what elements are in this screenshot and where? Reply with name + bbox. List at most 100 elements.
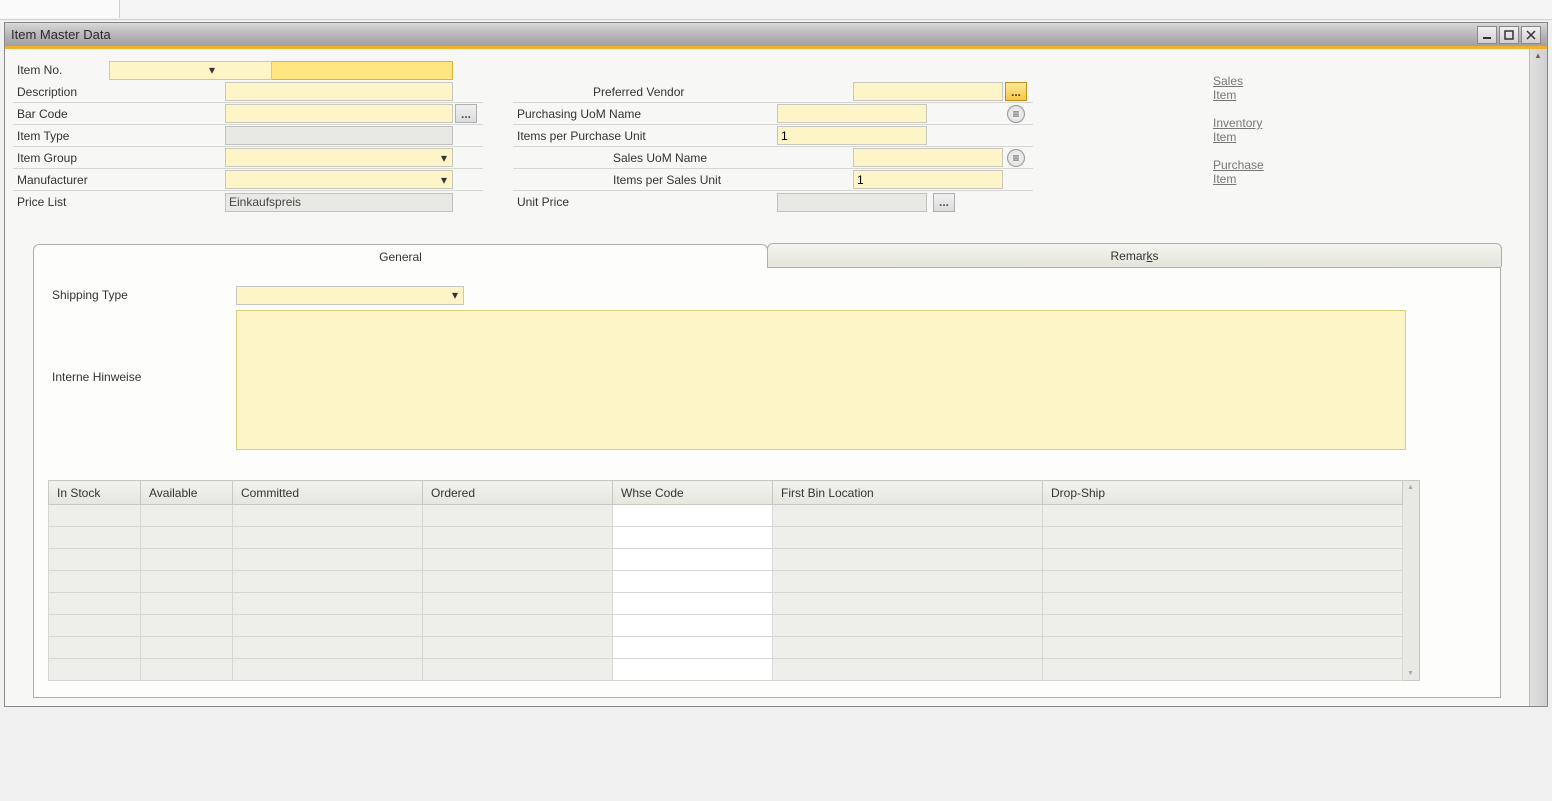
grid-cell[interactable]	[141, 505, 233, 527]
stock-grid[interactable]: In Stock Available Committed Ordered Whs…	[48, 480, 1403, 681]
grid-cell[interactable]	[141, 527, 233, 549]
item-group-input[interactable]	[225, 148, 453, 167]
items-per-sales-input[interactable]	[853, 170, 1003, 189]
grid-cell[interactable]	[1043, 571, 1403, 593]
grid-cell[interactable]	[49, 527, 141, 549]
grid-cell[interactable]	[423, 637, 613, 659]
sales-uom-input[interactable]	[853, 148, 1003, 167]
price-list-input[interactable]	[225, 193, 453, 212]
grid-cell[interactable]	[613, 549, 773, 571]
item-type-input[interactable]	[225, 126, 453, 145]
grid-cell[interactable]	[1043, 549, 1403, 571]
grid-cell[interactable]	[613, 637, 773, 659]
grid-cell[interactable]	[613, 615, 773, 637]
grid-cell[interactable]	[233, 659, 423, 681]
col-available[interactable]: Available	[141, 481, 233, 505]
grid-cell[interactable]	[1043, 527, 1403, 549]
grid-cell[interactable]	[773, 593, 1043, 615]
grid-cell[interactable]	[141, 615, 233, 637]
window-scrollbar[interactable]	[1529, 49, 1547, 706]
table-row[interactable]	[49, 527, 1403, 549]
grid-cell[interactable]	[233, 571, 423, 593]
barcode-lookup-button[interactable]: ...	[455, 104, 477, 123]
col-whse-code[interactable]: Whse Code	[613, 481, 773, 505]
grid-cell[interactable]	[773, 549, 1043, 571]
table-row[interactable]	[49, 593, 1403, 615]
grid-cell[interactable]	[141, 549, 233, 571]
grid-cell[interactable]	[773, 637, 1043, 659]
grid-cell[interactable]	[423, 571, 613, 593]
grid-cell[interactable]	[141, 659, 233, 681]
grid-cell[interactable]	[423, 659, 613, 681]
grid-cell[interactable]	[1043, 593, 1403, 615]
close-button[interactable]	[1521, 26, 1541, 44]
col-first-bin[interactable]: First Bin Location	[773, 481, 1043, 505]
grid-cell[interactable]	[1043, 659, 1403, 681]
preferred-vendor-lookup-button[interactable]: ...	[1005, 82, 1027, 101]
grid-cell[interactable]	[773, 659, 1043, 681]
col-drop-ship[interactable]: Drop-Ship	[1043, 481, 1403, 505]
grid-cell[interactable]	[233, 615, 423, 637]
sales-uom-detail-button[interactable]: ≡	[1007, 149, 1025, 167]
purchasing-uom-detail-button[interactable]: ≡	[1007, 105, 1025, 123]
unit-price-lookup-button[interactable]: ...	[933, 193, 955, 212]
grid-cell[interactable]	[423, 505, 613, 527]
grid-cell[interactable]	[423, 527, 613, 549]
grid-cell[interactable]	[141, 593, 233, 615]
unit-price-input[interactable]	[777, 193, 927, 212]
grid-cell[interactable]	[773, 527, 1043, 549]
table-row[interactable]	[49, 659, 1403, 681]
grid-cell[interactable]	[233, 549, 423, 571]
col-committed[interactable]: Committed	[233, 481, 423, 505]
purchasing-uom-input[interactable]	[777, 104, 927, 123]
grid-cell[interactable]	[49, 571, 141, 593]
grid-cell[interactable]	[613, 527, 773, 549]
col-ordered[interactable]: Ordered	[423, 481, 613, 505]
table-row[interactable]	[49, 615, 1403, 637]
grid-cell[interactable]	[49, 659, 141, 681]
table-row[interactable]	[49, 549, 1403, 571]
maximize-button[interactable]	[1499, 26, 1519, 44]
preferred-vendor-input[interactable]	[853, 82, 1003, 101]
tab-general[interactable]: General	[33, 244, 768, 268]
grid-scrollbar[interactable]	[1403, 480, 1420, 681]
grid-cell[interactable]	[423, 615, 613, 637]
grid-cell[interactable]	[233, 505, 423, 527]
grid-cell[interactable]	[773, 615, 1043, 637]
sales-item-link[interactable]: Sales Item	[1213, 74, 1233, 102]
item-group-combo[interactable]: ▾	[225, 148, 453, 167]
grid-cell[interactable]	[233, 527, 423, 549]
manufacturer-input[interactable]	[225, 170, 453, 189]
shipping-type-input[interactable]	[236, 286, 464, 305]
purchase-item-link[interactable]: Purchase Item	[1213, 158, 1233, 186]
inventory-item-link[interactable]: Inventory Item	[1213, 116, 1233, 144]
tab-remarks[interactable]: Remarks	[767, 243, 1502, 267]
table-row[interactable]	[49, 505, 1403, 527]
shipping-type-combo[interactable]: ▾	[236, 286, 464, 305]
col-in-stock[interactable]: In Stock	[49, 481, 141, 505]
grid-cell[interactable]	[49, 505, 141, 527]
grid-cell[interactable]	[773, 505, 1043, 527]
grid-cell[interactable]	[1043, 637, 1403, 659]
grid-cell[interactable]	[233, 637, 423, 659]
grid-cell[interactable]	[613, 659, 773, 681]
table-row[interactable]	[49, 571, 1403, 593]
internal-notes-textarea[interactable]	[236, 310, 1406, 450]
item-no-series-combo[interactable]: ▾	[109, 61, 221, 80]
grid-cell[interactable]	[773, 571, 1043, 593]
minimize-button[interactable]	[1477, 26, 1497, 44]
description-input[interactable]	[225, 82, 453, 101]
grid-cell[interactable]	[423, 549, 613, 571]
grid-cell[interactable]	[1043, 615, 1403, 637]
grid-cell[interactable]	[613, 505, 773, 527]
grid-cell[interactable]	[49, 593, 141, 615]
grid-cell[interactable]	[233, 593, 423, 615]
barcode-input[interactable]	[225, 104, 453, 123]
table-row[interactable]	[49, 637, 1403, 659]
grid-cell[interactable]	[613, 593, 773, 615]
item-no-series-input[interactable]	[109, 61, 272, 80]
grid-cell[interactable]	[1043, 505, 1403, 527]
grid-cell[interactable]	[49, 637, 141, 659]
grid-cell[interactable]	[141, 571, 233, 593]
items-per-purchase-input[interactable]	[777, 126, 927, 145]
